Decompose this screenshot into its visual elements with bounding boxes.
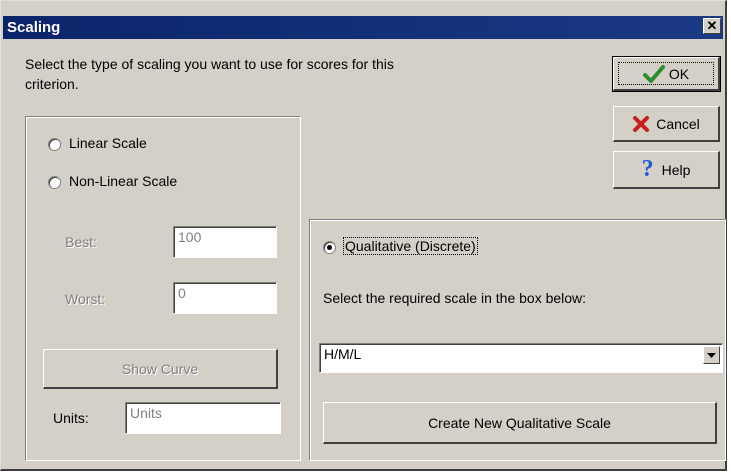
best-field[interactable]: 100 — [173, 226, 277, 258]
create-scale-button[interactable]: Create New Qualitative Scale — [323, 402, 717, 444]
linear-scale-label[interactable]: Linear Scale — [69, 135, 147, 151]
dialog-title: Scaling — [7, 19, 61, 36]
question-icon: ? — [641, 156, 654, 182]
cancel-label: Cancel — [656, 115, 700, 132]
focus-rect — [618, 62, 714, 85]
show-curve-label: Show Curve — [121, 360, 199, 377]
check-icon — [642, 64, 665, 83]
x-icon — [633, 115, 650, 132]
worst-field[interactable]: 0 — [173, 282, 277, 314]
show-curve-button[interactable]: Show Curve — [43, 349, 278, 389]
scale-select-value: H/M/L — [324, 346, 362, 362]
ok-label: OK — [668, 65, 690, 82]
scaling-dialog: Scaling ✕ Select the type of scaling you… — [0, 0, 727, 471]
scale-prompt: Select the required scale in the box bel… — [323, 290, 587, 306]
help-label: Help — [661, 161, 691, 178]
instruction-text: Select the type of scaling you want to u… — [25, 56, 394, 92]
close-button[interactable]: ✕ — [703, 18, 721, 34]
worst-label: Worst: — [65, 291, 106, 307]
best-label: Best: — [65, 234, 97, 250]
linear-scale-radio[interactable] — [48, 138, 61, 151]
chevron-down-icon — [707, 352, 716, 358]
qualitative-label[interactable]: Qualitative (Discrete) — [343, 237, 478, 255]
close-icon: ✕ — [706, 18, 718, 33]
nonlinear-scale-label[interactable]: Non-Linear Scale — [69, 173, 177, 189]
units-label: Units: — [53, 410, 89, 426]
help-button[interactable]: ? Help — [613, 151, 720, 189]
title-bar: Scaling ✕ — [3, 16, 723, 39]
units-field[interactable]: Units — [125, 402, 281, 434]
scale-select[interactable]: H/M/L — [319, 343, 723, 373]
qualitative-radio[interactable] — [323, 241, 336, 254]
ok-button[interactable]: OK — [612, 56, 721, 92]
dropdown-arrow[interactable] — [703, 346, 720, 364]
create-scale-label: Create New Qualitative Scale — [428, 414, 611, 431]
cancel-button[interactable]: Cancel — [613, 106, 720, 142]
nonlinear-scale-radio[interactable] — [48, 176, 61, 189]
